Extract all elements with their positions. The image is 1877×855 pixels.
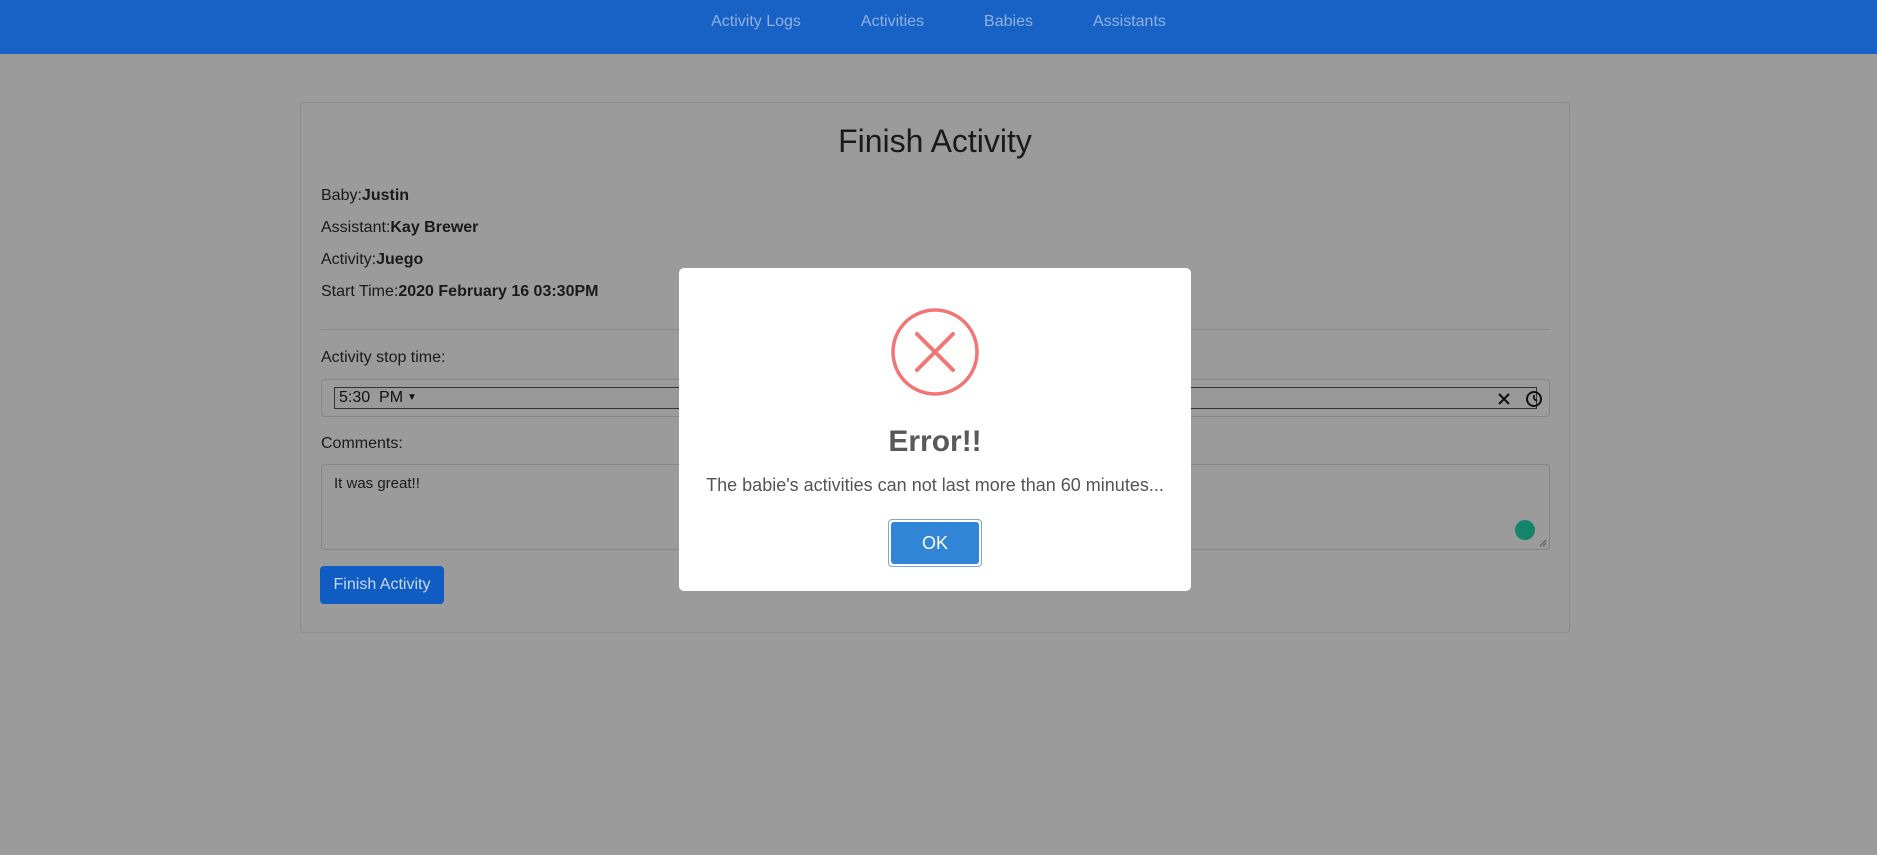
nav-item-babies[interactable]: Babies xyxy=(954,0,1063,44)
baby-value: Justin xyxy=(361,187,410,204)
clock-icon[interactable] xyxy=(1525,390,1543,408)
stop-time-label: Activity stop time: xyxy=(321,349,446,366)
activity-label: Activity: xyxy=(321,251,377,268)
x-circle-icon xyxy=(891,308,979,396)
resize-handle-icon[interactable] xyxy=(1539,539,1547,547)
modal-message: The babie's activities can not last more… xyxy=(706,475,1164,495)
grammarly-icon[interactable] xyxy=(1515,520,1535,540)
start-time-value: 2020 February 16 03:30PM xyxy=(398,283,599,300)
ok-button-label: OK xyxy=(891,522,979,564)
activity-value: Juego xyxy=(376,251,424,268)
modal-title: Error!! xyxy=(888,425,982,458)
page-title: Finish Activity xyxy=(838,123,1032,159)
nav-item-activity-logs[interactable]: Activity Logs xyxy=(681,0,831,44)
assistant-label: Assistant: xyxy=(321,219,391,236)
nav-links: Activity Logs Activities Babies Assistants xyxy=(0,0,1877,54)
ok-button[interactable]: OK xyxy=(888,519,982,567)
comments-label: Comments: xyxy=(321,435,403,452)
dropdown-caret-icon[interactable]: ▼ xyxy=(407,392,417,403)
error-modal: Error!! The babie's activities can not l… xyxy=(679,268,1191,591)
assistant-value: Kay Brewer xyxy=(390,219,479,236)
baby-label: Baby: xyxy=(321,187,362,204)
activity-info: Activity:Juego xyxy=(321,251,423,269)
baby-info: Baby:Justin xyxy=(321,187,409,205)
close-icon[interactable] xyxy=(1495,390,1513,408)
assistant-info: Assistant:Kay Brewer xyxy=(321,219,478,237)
stop-time-value: 5:30 PM xyxy=(339,389,404,407)
top-navbar: Activity Logs Activities Babies Assistants xyxy=(0,0,1877,54)
finish-activity-button[interactable]: Finish Activity xyxy=(320,566,444,604)
start-time-label: Start Time: xyxy=(321,283,399,300)
start-time-info: Start Time:2020 February 16 03:30PM xyxy=(321,283,598,301)
nav-item-activities[interactable]: Activities xyxy=(831,0,954,44)
nav-item-assistants[interactable]: Assistants xyxy=(1063,0,1196,44)
